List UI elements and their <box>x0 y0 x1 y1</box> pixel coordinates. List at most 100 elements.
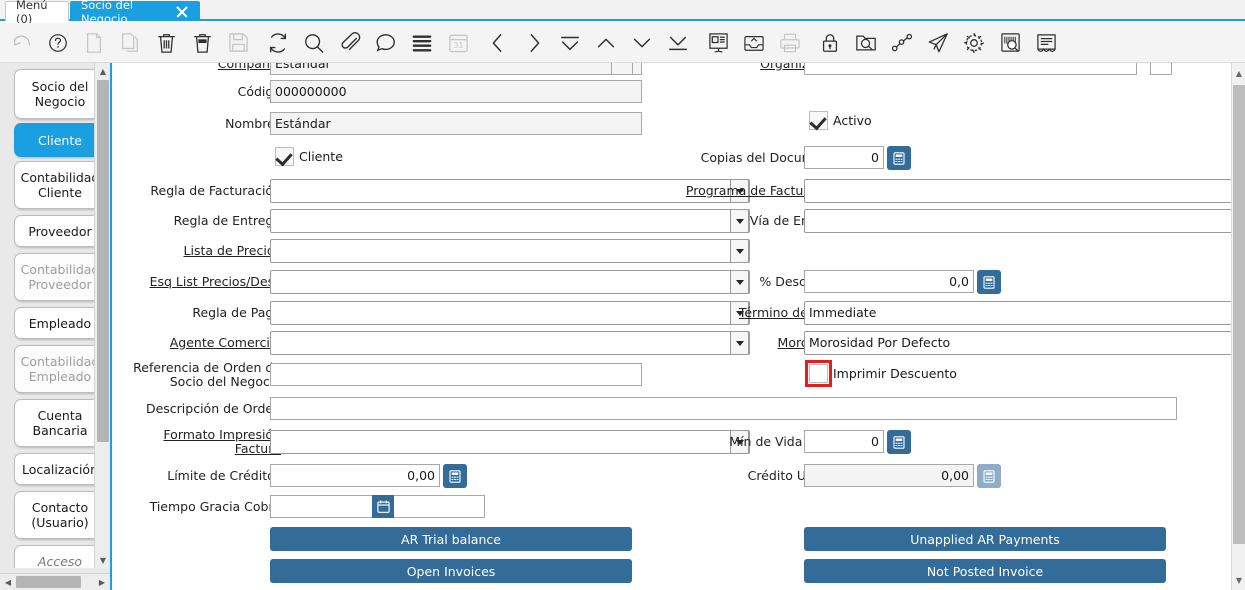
down-icon[interactable] <box>629 28 655 58</box>
copy-record-icon[interactable] <box>117 28 143 58</box>
product-info-icon[interactable] <box>997 28 1023 58</box>
ar-trial-balance-button[interactable]: AR Trial balance <box>270 527 632 551</box>
zoom-across-icon[interactable] <box>853 28 879 58</box>
termino-pago-value: Immediate <box>809 305 876 320</box>
tab-socio-del-negocio[interactable]: Socio del Negocio <box>70 1 200 21</box>
report-icon[interactable] <box>705 28 731 58</box>
credito-usado-calculator-button[interactable] <box>977 464 1001 488</box>
descuento-field[interactable]: 0,0 <box>804 270 974 293</box>
next-record-icon[interactable] <box>521 28 547 58</box>
chat-icon[interactable] <box>373 28 399 58</box>
sidebar-item-contacto-usuario[interactable]: Contacto (Usuario) <box>14 491 100 539</box>
scrollbar-thumb[interactable] <box>16 576 81 588</box>
up-icon[interactable] <box>593 28 619 58</box>
last-record-icon[interactable] <box>665 28 691 58</box>
limite-credito-calculator-button[interactable] <box>443 464 467 488</box>
save-icon[interactable] <box>225 28 251 58</box>
nombre-field[interactable]: Estándar <box>270 112 642 135</box>
undo-icon[interactable] <box>9 28 35 58</box>
scroll-down-icon[interactable]: ▼ <box>95 552 111 568</box>
scroll-up-icon[interactable]: ▲ <box>1232 65 1245 81</box>
min-vida-util-field[interactable]: 0 <box>804 430 884 453</box>
attachment-icon[interactable] <box>337 28 363 58</box>
sidebar-item-empleado[interactable]: Empleado <box>14 307 100 339</box>
imprimir-descuento-checkbox[interactable] <box>809 364 828 383</box>
open-invoices-button[interactable]: Open Invoices <box>270 559 632 583</box>
grid-toggle-icon[interactable] <box>409 28 435 58</box>
sidebar-item-cliente[interactable]: Cliente <box>14 123 100 157</box>
sidebar-item-label: Proveedor <box>28 224 91 239</box>
sidebar-item-contabilidad-empleado[interactable]: Contabilidad Empleado <box>14 345 100 393</box>
morosidad-combo[interactable]: Morosidad Por Defecto <box>804 331 1231 355</box>
scroll-up-icon[interactable]: ▲ <box>95 63 111 79</box>
unapplied-ar-payments-button[interactable]: Unapplied AR Payments <box>804 527 1166 551</box>
lista-precios-label: Lista de Precios <box>136 244 281 258</box>
calendar-icon[interactable]: 31 <box>445 28 471 58</box>
activo-checkbox[interactable] <box>809 111 828 130</box>
document-info-icon[interactable] <box>1033 28 1059 58</box>
copias-documento-field[interactable]: 0 <box>804 146 884 169</box>
compania-picker[interactable] <box>611 63 633 75</box>
search-icon[interactable] <box>301 28 327 58</box>
print-icon[interactable] <box>777 28 803 58</box>
cliente-checkbox[interactable] <box>275 147 294 166</box>
first-record-icon[interactable] <box>557 28 583 58</box>
scrollbar-thumb[interactable] <box>97 80 109 442</box>
lock-icon[interactable] <box>817 28 843 58</box>
close-icon[interactable] <box>175 5 189 19</box>
sidebar-item-cuenta-bancaria[interactable]: Cuenta Bancaria <box>14 399 100 447</box>
scroll-down-icon[interactable]: ▼ <box>1232 572 1245 588</box>
delete-icon[interactable] <box>153 28 179 58</box>
referencia-orden-field[interactable] <box>270 363 642 386</box>
descuento-calculator-button[interactable] <box>977 270 1001 294</box>
sidebar-item-acceso[interactable]: Acceso <box>14 545 100 568</box>
sidebar-item-label: Empleado <box>29 316 91 331</box>
sidebar-item-contabilidad-cliente[interactable]: Contabilidad Cliente <box>14 161 100 209</box>
delete-all-icon[interactable] <box>189 28 215 58</box>
window-tab-bar: Menú (0) Socio del Negocio <box>0 0 1245 21</box>
form-vertical-scrollbar[interactable]: ▲ ▼ <box>1231 63 1245 590</box>
new-record-icon[interactable] <box>81 28 107 58</box>
previous-record-icon[interactable] <box>485 28 511 58</box>
sidebar-item-localizacion[interactable]: Localización <box>14 453 100 485</box>
gear-icon[interactable] <box>961 28 987 58</box>
cliente-checkbox-label: Cliente <box>299 147 343 166</box>
organizacion-field[interactable] <box>804 63 1137 75</box>
chevron-down-icon[interactable] <box>730 239 749 263</box>
min-vida-util-calculator-button[interactable] <box>887 430 911 454</box>
help-icon[interactable] <box>45 28 71 58</box>
credito-usado-field[interactable]: 0,00 <box>804 464 974 487</box>
codigo-field[interactable]: 000000000 <box>270 80 642 103</box>
workflow-icon[interactable] <box>889 28 915 58</box>
tab-menu-label: Menú (0) <box>16 0 58 26</box>
sidebar-vertical-scrollbar[interactable]: ▲ ▼ <box>94 63 110 568</box>
termino-pago-combo[interactable]: Immediate <box>804 301 1231 325</box>
tiempo-gracia-label: Tiempo Gracia Cobro <box>136 500 281 514</box>
via-entrega-combo[interactable] <box>804 209 1231 233</box>
compania-label: Compañía <box>136 63 281 71</box>
copias-documento-calculator-button[interactable] <box>887 146 911 170</box>
tiempo-gracia-calendar-button[interactable] <box>372 495 394 518</box>
regla-pago-label: Regla de Pago <box>136 306 281 320</box>
lista-precios-combo[interactable] <box>270 239 750 263</box>
business-partner-form: Compañía Estándar Organización Código 00… <box>114 63 1231 590</box>
organizacion-picker[interactable] <box>1150 63 1172 75</box>
refresh-icon[interactable] <box>265 28 291 58</box>
send-icon[interactable] <box>925 28 951 58</box>
scroll-right-icon[interactable]: ▶ <box>94 574 110 590</box>
compania-field[interactable]: Estándar <box>270 63 642 75</box>
scrollbar-thumb[interactable] <box>1233 85 1245 544</box>
not-posted-invoice-button[interactable]: Not Posted Invoice <box>804 559 1166 583</box>
regla-entrega-label: Regla de Entrega <box>136 214 281 228</box>
tab-menu[interactable]: Menú (0) <box>5 1 69 21</box>
sidebar-item-proveedor[interactable]: Proveedor <box>14 215 100 247</box>
descripcion-orden-field[interactable] <box>270 397 1177 420</box>
sidebar-item-socio-del-negocio[interactable]: Socio del Negocio <box>14 69 100 119</box>
sidebar-horizontal-scrollbar[interactable]: ◀ ▶ <box>0 573 110 590</box>
programa-facturacion-combo[interactable] <box>804 179 1231 203</box>
archive-icon[interactable] <box>741 28 767 58</box>
sidebar-item-label: Contabilidad Proveedor <box>18 262 100 292</box>
scroll-left-icon[interactable]: ◀ <box>0 574 16 590</box>
sidebar-item-contabilidad-proveedor[interactable]: Contabilidad Proveedor <box>14 253 100 301</box>
limite-credito-field[interactable]: 0,00 <box>270 464 440 487</box>
